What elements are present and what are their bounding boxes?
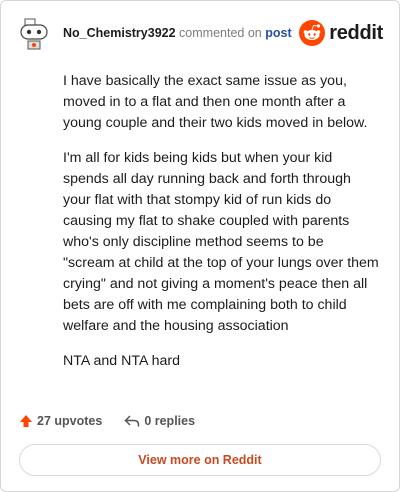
comment-paragraph: I have basically the exact same issue as… [63,73,368,131]
post-link[interactable]: post [265,26,291,40]
upvote-arrow-icon [20,415,32,427]
reddit-snoo-icon [299,20,326,46]
comment-actions: 27 upvotes 0 replies [19,411,217,431]
reddit-logo[interactable]: reddit [299,20,383,46]
upvote-count: 27 upvotes [37,414,103,428]
view-more-button[interactable]: View more on Reddit [19,444,381,476]
comment-header: No_Chemistry3922 commented on post reddi… [19,17,383,53]
replies-count: 0 replies [144,414,196,428]
reddit-comment-card: No_Chemistry3922 commented on post reddi… [0,0,400,492]
reply-icon [124,415,140,427]
comment-paragraph: NTA and NTA hard [63,353,180,369]
avatar[interactable] [19,17,49,51]
replies-button[interactable]: 0 replies [124,414,195,428]
comment-paragraph: I'm all for kids being kids but when you… [63,150,379,334]
user-line: No_Chemistry3922 commented on post [63,26,292,40]
logo-text: reddit [329,21,383,44]
comment-body: I have basically the exact same issue as… [63,71,379,386]
upvote-button[interactable]: 27 upvotes [19,414,102,428]
action-text: commented on [179,26,262,40]
username[interactable]: No_Chemistry3922 [63,26,176,40]
